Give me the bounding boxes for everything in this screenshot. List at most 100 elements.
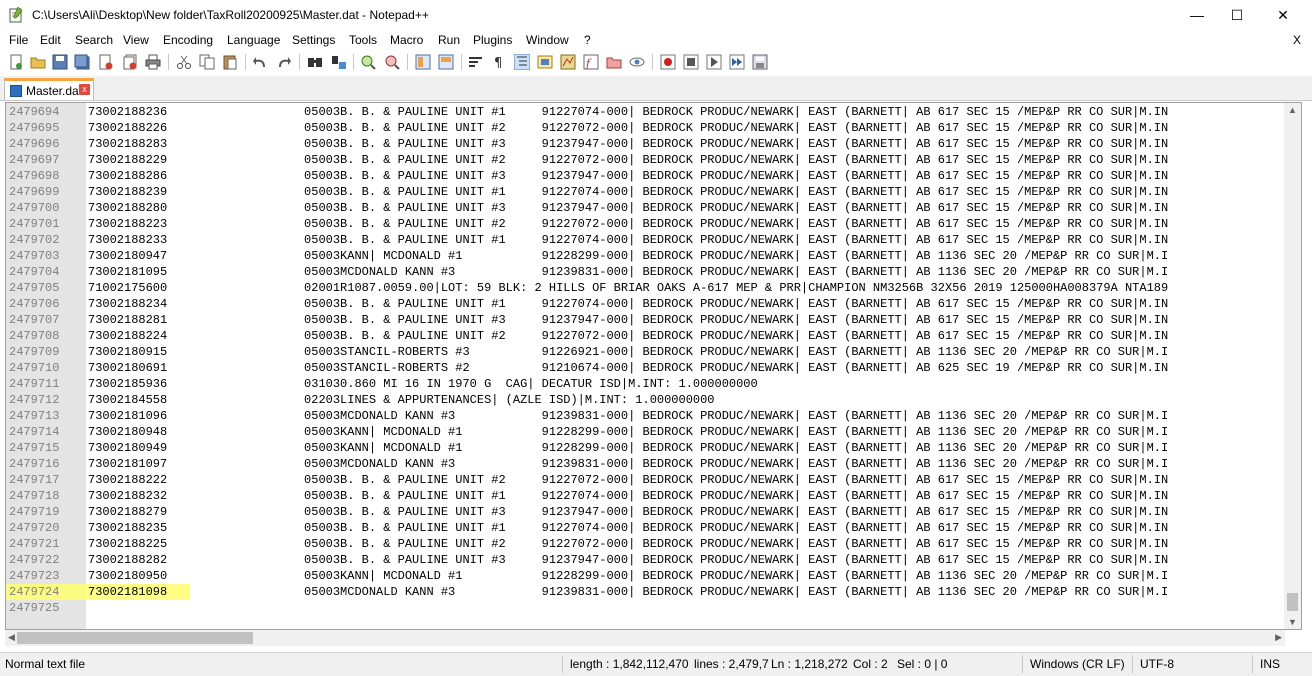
editor-line[interactable]: 2479699 73002188239 05003B. B. & PAULINE … xyxy=(6,184,1286,200)
paste-icon[interactable] xyxy=(222,54,238,70)
menu-tools[interactable]: Tools xyxy=(349,33,377,47)
status-insert-mode[interactable]: INS xyxy=(1260,657,1280,671)
editor-line[interactable]: 2479708 73002188224 05003B. B. & PAULINE … xyxy=(6,328,1286,344)
save-all-icon[interactable] xyxy=(74,54,90,70)
scroll-right-icon[interactable]: ▶ xyxy=(1275,632,1282,643)
print-icon[interactable] xyxy=(145,54,161,70)
scroll-up-icon[interactable]: ▲ xyxy=(1288,105,1297,115)
editor-line[interactable]: 2479706 73002188234 05003B. B. & PAULINE … xyxy=(6,296,1286,312)
function-list-icon[interactable]: f xyxy=(583,54,599,70)
undo-icon[interactable] xyxy=(252,54,268,70)
menu-view[interactable]: View xyxy=(123,33,149,47)
scroll-left-icon[interactable]: ◀ xyxy=(8,632,15,643)
menu-search[interactable]: Search xyxy=(75,33,113,47)
horizontal-scroll-thumb[interactable] xyxy=(17,632,253,644)
word-wrap-icon[interactable] xyxy=(468,54,484,70)
indent-guide-icon[interactable] xyxy=(514,54,530,70)
menu-help[interactable]: ? xyxy=(584,33,591,47)
run-macro-multiple-icon[interactable] xyxy=(729,54,745,70)
user-defined-language-icon[interactable] xyxy=(537,54,553,70)
status-line-position[interactable]: Ln : 1,218,272 xyxy=(771,657,848,671)
editor-lines: 2479694 73002188236 05003B. B. & PAULINE … xyxy=(6,104,1286,616)
save-macro-icon[interactable] xyxy=(752,54,768,70)
menu-plugins[interactable]: Plugins xyxy=(473,33,512,47)
menu-run[interactable]: Run xyxy=(438,33,460,47)
editor-line[interactable]: 2479709 73002180915 05003STANCIL-ROBERTS … xyxy=(6,344,1286,360)
editor-line[interactable]: 2479705 71002175600 02001R1087.0059.00|LO… xyxy=(6,280,1286,296)
document-map-icon[interactable] xyxy=(560,54,576,70)
close-document-button[interactable]: X xyxy=(1293,33,1301,47)
editor-line[interactable]: 2479721 73002188225 05003B. B. & PAULINE … xyxy=(6,536,1286,552)
editor-line[interactable]: 2479703 73002180947 05003KANN| MCDONALD #… xyxy=(6,248,1286,264)
save-icon[interactable] xyxy=(52,54,68,70)
copy-icon[interactable] xyxy=(199,54,215,70)
status-encoding[interactable]: UTF-8 xyxy=(1140,657,1174,671)
folder-as-workspace-icon[interactable] xyxy=(606,54,622,70)
text-editor[interactable]: 2479694 73002188236 05003B. B. & PAULINE … xyxy=(5,102,1302,630)
editor-line[interactable]: 2479710 73002180691 05003STANCIL-ROBERTS … xyxy=(6,360,1286,376)
menu-language[interactable]: Language xyxy=(227,33,280,47)
editor-line[interactable]: 2479717 73002188222 05003B. B. & PAULINE … xyxy=(6,472,1286,488)
monitoring-eye-icon[interactable] xyxy=(629,54,645,70)
editor-line[interactable]: 2479696 73002188283 05003B. B. & PAULINE … xyxy=(6,136,1286,152)
close-button[interactable]: ✕ xyxy=(1260,0,1306,30)
menu-macro[interactable]: Macro xyxy=(390,33,423,47)
editor-line[interactable]: 2479714 73002180948 05003KANN| MCDONALD #… xyxy=(6,424,1286,440)
sync-vertical-icon[interactable] xyxy=(415,54,431,70)
vertical-scroll-thumb[interactable] xyxy=(1287,593,1298,611)
editor-line[interactable]: 2479713 73002181096 05003MCDONALD KANN #3… xyxy=(6,408,1286,424)
editor-line[interactable]: 2479724 73002181098 05003MCDONALD KANN #3… xyxy=(6,584,1286,600)
play-macro-icon[interactable] xyxy=(706,54,722,70)
menu-file[interactable]: File xyxy=(9,33,28,47)
editor-line[interactable]: 2479715 73002180949 05003KANN| MCDONALD #… xyxy=(6,440,1286,456)
stop-macro-icon[interactable] xyxy=(683,54,699,70)
tab-master-dat[interactable]: Master.dat x xyxy=(4,78,94,100)
zoom-out-icon[interactable] xyxy=(384,54,400,70)
editor-line[interactable]: 2479700 73002188280 05003B. B. & PAULINE … xyxy=(6,200,1286,216)
editor-line[interactable]: 2479723 73002180950 05003KANN| MCDONALD #… xyxy=(6,568,1286,584)
toolbar-separator xyxy=(245,54,246,70)
cut-icon[interactable] xyxy=(176,54,192,70)
status-eol[interactable]: Windows (CR LF) xyxy=(1030,657,1125,671)
editor-line[interactable]: 2479702 73002188233 05003B. B. & PAULINE … xyxy=(6,232,1286,248)
scroll-down-icon[interactable]: ▼ xyxy=(1288,617,1297,627)
replace-icon[interactable] xyxy=(331,54,347,70)
menu-window[interactable]: Window xyxy=(526,33,569,47)
editor-line[interactable]: 2479704 73002181095 05003MCDONALD KANN #3… xyxy=(6,264,1286,280)
line-text: 73002188222 05003B. B. & PAULINE UNIT #2… xyxy=(88,473,1169,487)
find-icon[interactable] xyxy=(307,54,323,70)
editor-line[interactable]: 2479701 73002188223 05003B. B. & PAULINE … xyxy=(6,216,1286,232)
line-number: 2479694 xyxy=(9,105,60,119)
editor-line[interactable]: 2479718 73002188232 05003B. B. & PAULINE … xyxy=(6,488,1286,504)
line-text: 73002188279 05003B. B. & PAULINE UNIT #3… xyxy=(88,505,1169,519)
editor-line[interactable]: 2479720 73002188235 05003B. B. & PAULINE … xyxy=(6,520,1286,536)
editor-line[interactable]: 2479722 73002188282 05003B. B. & PAULINE … xyxy=(6,552,1286,568)
editor-line[interactable]: 2479716 73002181097 05003MCDONALD KANN #3… xyxy=(6,456,1286,472)
editor-line[interactable]: 2479707 73002188281 05003B. B. & PAULINE … xyxy=(6,312,1286,328)
toolbar-separator xyxy=(407,54,408,70)
editor-line[interactable]: 2479725 xyxy=(6,600,1286,616)
new-file-icon[interactable] xyxy=(8,54,24,70)
tab-close-icon[interactable]: x xyxy=(79,84,90,95)
maximize-button[interactable]: ☐ xyxy=(1214,0,1260,30)
sync-horizontal-icon[interactable] xyxy=(438,54,454,70)
open-file-icon[interactable] xyxy=(30,54,46,70)
menu-encoding[interactable]: Encoding xyxy=(163,33,213,47)
horizontal-scrollbar[interactable]: ◀ ▶ xyxy=(5,630,1285,646)
editor-line[interactable]: 2479712 73002184558 02203LINES & APPURTEN… xyxy=(6,392,1286,408)
editor-line[interactable]: 2479719 73002188279 05003B. B. & PAULINE … xyxy=(6,504,1286,520)
show-all-characters-icon[interactable]: ¶ xyxy=(491,54,507,70)
menu-edit[interactable]: Edit xyxy=(40,33,61,47)
vertical-scrollbar[interactable]: ▲ ▼ xyxy=(1284,103,1301,629)
record-macro-icon[interactable] xyxy=(660,54,676,70)
editor-line[interactable]: 2479697 73002188229 05003B. B. & PAULINE … xyxy=(6,152,1286,168)
editor-line[interactable]: 2479694 73002188236 05003B. B. & PAULINE … xyxy=(6,104,1286,120)
editor-line[interactable]: 2479698 73002188286 05003B. B. & PAULINE … xyxy=(6,168,1286,184)
close-file-icon[interactable] xyxy=(98,54,114,70)
editor-line[interactable]: 2479695 73002188226 05003B. B. & PAULINE … xyxy=(6,120,1286,136)
close-all-icon[interactable] xyxy=(122,54,138,70)
menu-settings[interactable]: Settings xyxy=(292,33,335,47)
redo-icon[interactable] xyxy=(276,54,292,70)
zoom-in-icon[interactable] xyxy=(360,54,376,70)
editor-line[interactable]: 2479711 73002185936 031030.860 MI 16 IN 1… xyxy=(6,376,1286,392)
